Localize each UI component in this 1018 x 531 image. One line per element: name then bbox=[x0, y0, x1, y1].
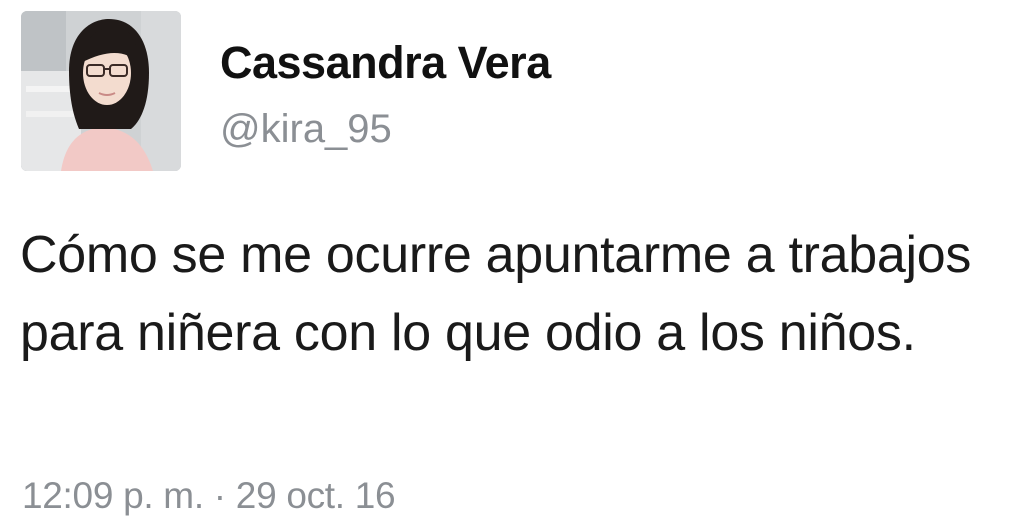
avatar[interactable] bbox=[21, 11, 181, 171]
author-display-name[interactable]: Cassandra Vera bbox=[220, 36, 551, 90]
tweet-card: Cassandra Vera @kira_95 Cómo se me ocurr… bbox=[0, 0, 1018, 531]
author-handle[interactable]: @kira_95 bbox=[220, 105, 392, 153]
avatar-image bbox=[21, 11, 181, 171]
tweet-text: Cómo se me ocurre apuntarme a trabajos p… bbox=[20, 226, 972, 362]
tweet-timestamp[interactable]: 12:09 p. m. · 29 oct. 16 bbox=[22, 474, 396, 518]
